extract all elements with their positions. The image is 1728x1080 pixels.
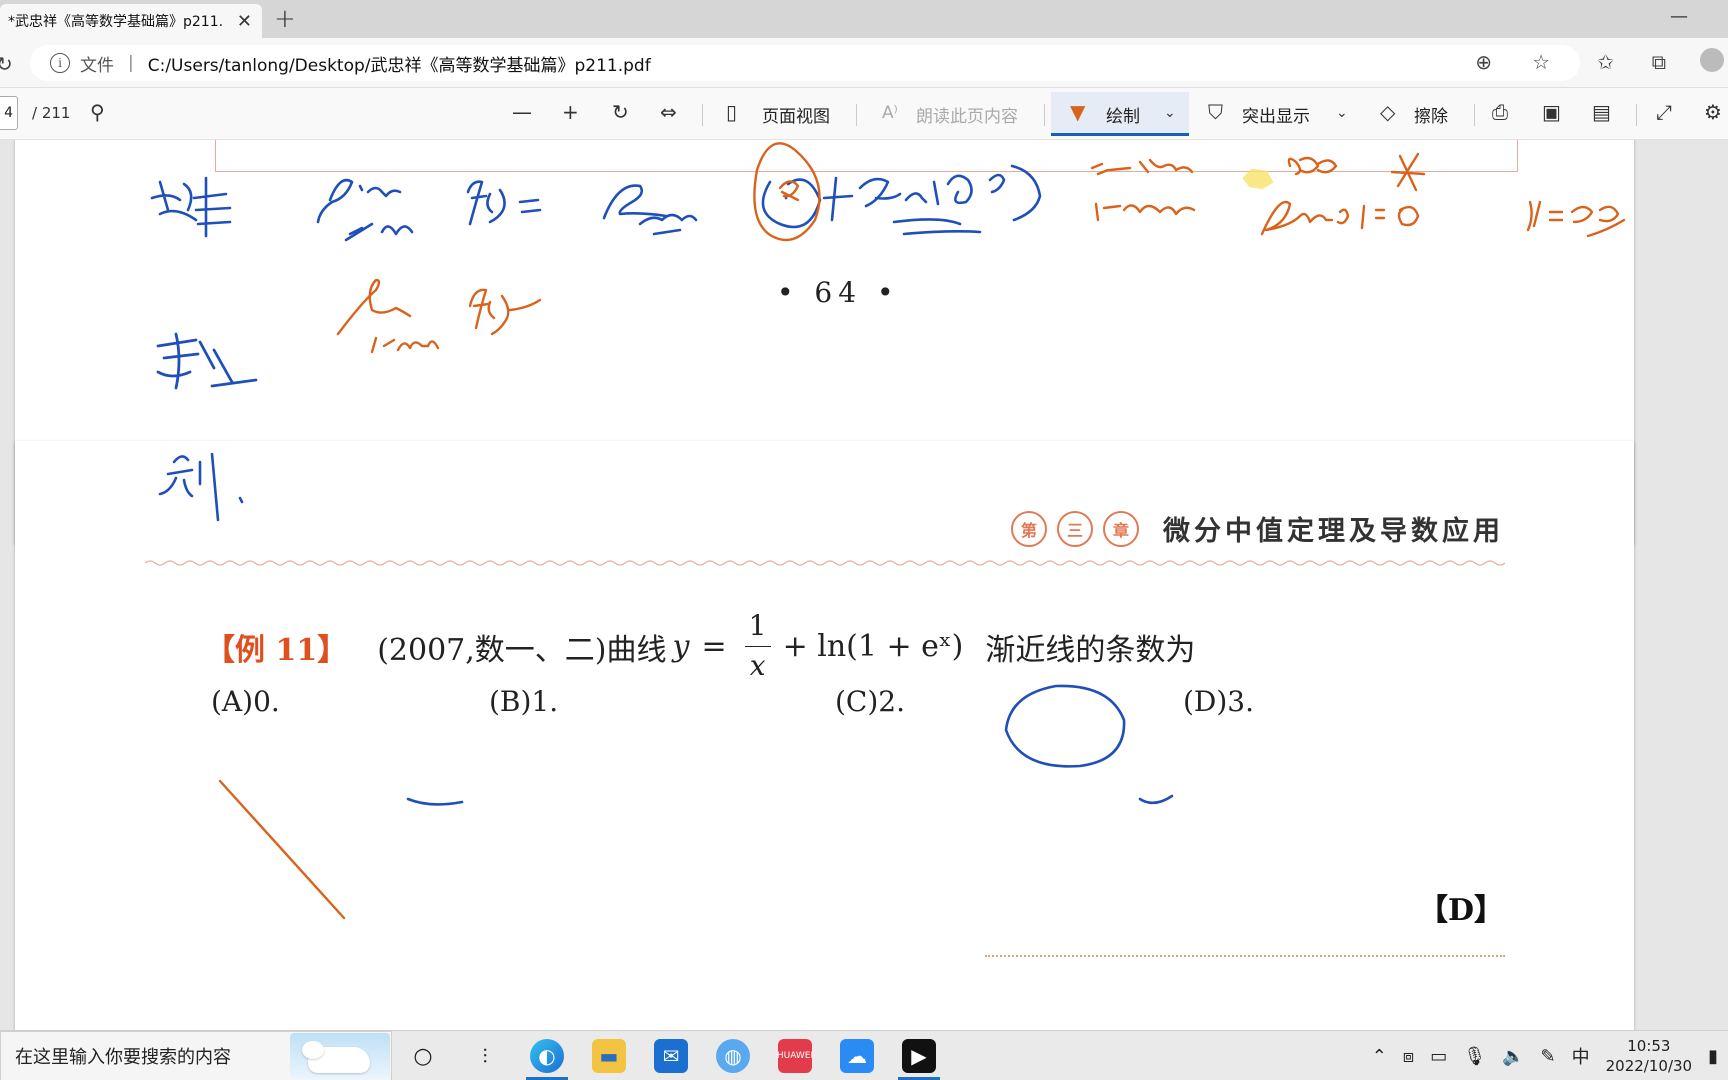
question-tail: 渐近线的条数为 xyxy=(985,632,1196,668)
new-tab-button[interactable]: + xyxy=(274,4,296,34)
tab-title: *武忠祥《高等数学基础篇》p211.pdf xyxy=(8,14,224,30)
polar-bear-head xyxy=(302,1041,324,1059)
fraction-numerator: 1 xyxy=(748,609,767,642)
bottom-dotted-rule xyxy=(985,955,1505,957)
clock[interactable]: 10:53 2022/10/30 xyxy=(1606,1036,1692,1077)
system-tray: ⌃ ⧈ ▭ 🎙 🔈 ✎ 中 10:53 2022/10/30 ▮ xyxy=(1372,1031,1718,1080)
zoom-icon[interactable]: ⊕ xyxy=(1475,50,1492,74)
boxed-text-frame xyxy=(215,140,1518,172)
example-source: (2007,数一、二)曲线 xyxy=(377,632,667,668)
chapter-title: 微分中值定理及导数应用 xyxy=(1163,516,1504,547)
mail-icon[interactable]: ✉ xyxy=(654,1039,688,1073)
site-info-icon[interactable]: i xyxy=(50,53,70,73)
toolbar-divider xyxy=(1044,104,1045,126)
file-scheme-label: 文件 xyxy=(80,55,114,76)
example-question: 【例 11】 (2007,数一、二)曲线 y = 1 x + ln(1 + eˣ… xyxy=(205,609,1196,683)
option-b: (B)1. xyxy=(489,685,559,718)
battery-icon[interactable]: ▭ xyxy=(1430,1046,1447,1067)
favorites-icon[interactable]: ✩ xyxy=(1597,50,1614,74)
highlight-icon[interactable]: ⛉ xyxy=(1208,100,1223,124)
draw-pen-icon[interactable]: ▼ xyxy=(1070,100,1085,124)
search-highlight-image[interactable] xyxy=(290,1033,390,1079)
chevron-up-icon[interactable]: ⌃ xyxy=(1372,1046,1387,1067)
page-number: • 64 • xyxy=(777,276,900,309)
clock-date: 2022/10/30 xyxy=(1605,1057,1693,1075)
fraction-bar xyxy=(744,645,771,648)
option-c: (C)2. xyxy=(835,685,905,718)
option-d: (D)3. xyxy=(1183,685,1255,718)
address-bar[interactable]: i 文件 | C:/Users/tanlong/Desktop/武忠祥《高等数学… xyxy=(30,45,1580,81)
answer-label: 【D】 xyxy=(1417,893,1504,928)
add-favorite-icon[interactable]: ☆ xyxy=(1532,50,1550,74)
zoom-in-icon[interactable]: + xyxy=(562,100,579,124)
toolbar-divider xyxy=(1474,104,1475,126)
read-aloud-button[interactable]: 朗读此页内容 xyxy=(916,102,1018,127)
math-y: y xyxy=(672,629,690,665)
notification-icon[interactable]: ▮ xyxy=(1708,1046,1718,1067)
close-tab-icon[interactable]: ✕ xyxy=(237,11,252,32)
eraser-icon[interactable]: ◇ xyxy=(1380,100,1395,124)
toolbar-divider xyxy=(856,104,857,126)
task-view-icon[interactable]: ⫶ xyxy=(468,1039,502,1073)
tab-bar: *武忠祥《高等数学基础篇》p211.pdf ✕ + — xyxy=(0,0,1728,38)
print-icon[interactable]: ⎙ xyxy=(1492,100,1508,124)
settings-icon[interactable]: ⚙ xyxy=(1704,100,1722,124)
draw-button[interactable]: 绘制 xyxy=(1106,102,1140,127)
clock-time: 10:53 xyxy=(1627,1036,1671,1055)
chapter-seal: 第 xyxy=(1011,510,1047,547)
profile-avatar[interactable] xyxy=(1700,48,1724,72)
cloud-icon[interactable]: ☁ xyxy=(840,1039,874,1073)
rotate-icon[interactable]: ↻ xyxy=(612,100,629,124)
page-view-icon[interactable]: ▯ xyxy=(726,100,737,124)
page-total: / 211 xyxy=(32,104,71,122)
huawei-appgallery-icon[interactable]: HUAWEI xyxy=(777,1039,813,1073)
collections-icon[interactable]: ⧉ xyxy=(1652,50,1666,74)
video-meeting-icon[interactable]: ▶ xyxy=(902,1039,936,1073)
math-equals: = xyxy=(701,629,727,665)
browser-globe-icon[interactable]: ◍ xyxy=(716,1039,750,1073)
math-expression: + ln(1 + eˣ) xyxy=(782,629,964,665)
toolbar-divider xyxy=(702,104,703,126)
highlight-button[interactable]: 突出显示 xyxy=(1242,102,1310,127)
chapter-seal: 章 xyxy=(1103,510,1139,547)
fullscreen-icon[interactable]: ⤢ xyxy=(1656,100,1672,124)
toolbar-divider xyxy=(1636,104,1637,126)
chapter-header: 第 三 章 微分中值定理及导数应用 xyxy=(1011,509,1504,548)
cortana-icon[interactable]: ○ xyxy=(406,1039,440,1073)
pdf-page-65: 第 三 章 微分中值定理及导数应用 【例 11】 (2007,数一、二)曲线 y… xyxy=(15,441,1634,1030)
read-aloud-icon[interactable]: A⁾ xyxy=(882,103,898,123)
taskbar: 在这里输入你要搜索的内容 ○ ⫶ ◐ ▬ ✉ ◍ HUAWEI ☁ ▶ ⌃ ⧈ … xyxy=(0,1030,1728,1080)
edge-icon[interactable]: ◐ xyxy=(530,1039,564,1073)
save-icon[interactable]: ▣ xyxy=(1542,100,1561,124)
browser-tab[interactable]: *武忠祥《高等数学基础篇》p211.pdf ✕ xyxy=(0,4,262,38)
minimize-window-button[interactable]: — xyxy=(1670,6,1688,27)
chevron-down-icon[interactable]: ⌄ xyxy=(1336,105,1348,121)
pdf-toolbar: 4 / 211 ⚲ — + ↻ ⇔ ▯ 页面视图 A⁾ 朗读此页内容 ▼ 绘制 … xyxy=(0,88,1728,140)
search-icon[interactable]: ⚲ xyxy=(90,100,105,124)
example-tag: 【例 11】 xyxy=(205,632,348,668)
zoom-out-icon[interactable]: — xyxy=(512,100,532,124)
page-view-button[interactable]: 页面视图 xyxy=(762,102,830,127)
chapter-seal: 三 xyxy=(1057,510,1093,547)
pdf-viewer[interactable]: • 64 • 第 三 章 微分中值定理及导数应用 【例 11】 (2007,数一… xyxy=(0,140,1728,1030)
fraction-denominator: x xyxy=(749,649,766,683)
url-text[interactable]: C:/Users/tanlong/Desktop/武忠祥《高等数学基础篇》p21… xyxy=(148,51,651,76)
microphone-icon[interactable]: 🎙 xyxy=(1463,1046,1486,1067)
network-status-icon[interactable]: ⧈ xyxy=(1403,1046,1414,1067)
file-explorer-icon[interactable]: ▬ xyxy=(592,1039,626,1073)
address-bar-row: ↻ i 文件 | C:/Users/tanlong/Desktop/武忠祥《高等… xyxy=(0,38,1728,88)
pen-icon[interactable]: ✎ xyxy=(1541,1046,1556,1067)
header-divider xyxy=(145,560,1505,566)
page-number-input[interactable]: 4 xyxy=(0,96,18,130)
math-fraction: 1 x xyxy=(744,609,771,683)
volume-icon[interactable]: 🔈 xyxy=(1502,1046,1524,1067)
address-separator: | xyxy=(128,53,134,73)
fit-width-icon[interactable]: ⇔ xyxy=(660,100,677,124)
chevron-down-icon[interactable]: ⌄ xyxy=(1164,105,1176,121)
ime-indicator[interactable]: 中 xyxy=(1572,1043,1590,1069)
erase-button[interactable]: 擦除 xyxy=(1414,102,1448,127)
option-a: (A)0. xyxy=(211,685,280,718)
save-as-icon[interactable]: ▤ xyxy=(1592,100,1611,124)
refresh-icon[interactable]: ↻ xyxy=(0,52,13,76)
